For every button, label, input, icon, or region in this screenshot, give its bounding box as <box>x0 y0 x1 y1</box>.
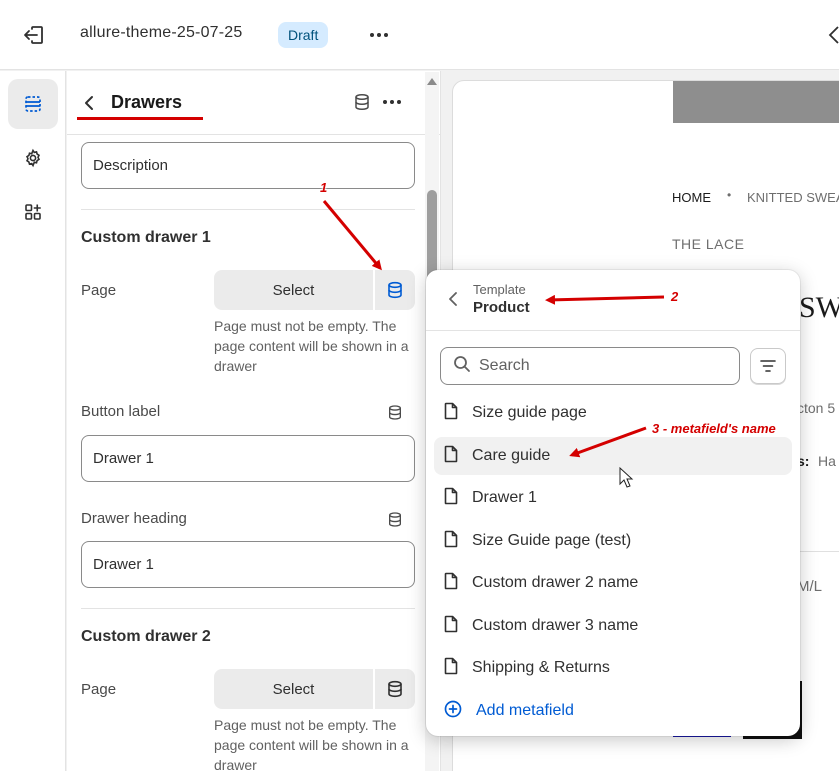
breadcrumb-item[interactable]: KNITTED SWEA <box>747 190 839 205</box>
left-rail <box>0 71 66 771</box>
search-placeholder: Search <box>479 357 530 374</box>
product-material-text: cton 5 <box>797 400 836 416</box>
search-icon <box>453 355 471 378</box>
button-label-field[interactable]: Drawer 1 <box>81 435 415 482</box>
product-title: SW <box>799 291 839 324</box>
section-heading-drawer2: Custom drawer 2 <box>81 628 211 645</box>
top-bar: allure-theme-25-07-25 Draft <box>0 0 839 70</box>
annotation-1: 1 <box>320 180 328 195</box>
connect-dynamic-source-icon[interactable] <box>374 270 415 310</box>
select-page-button[interactable]: Select <box>214 270 373 310</box>
page-label: Page <box>81 282 117 299</box>
divider <box>81 209 415 210</box>
page-help-text: Page must not be empty. The page content… <box>214 717 409 771</box>
connect-dynamic-source-icon[interactable] <box>374 669 415 709</box>
annotation-3: 3 - metafield's name <box>652 421 776 436</box>
status-badge: Draft <box>278 22 329 48</box>
metafield-option-label: Size Guide page (test) <box>472 532 632 549</box>
section-heading-drawer1: Custom drawer 1 <box>81 229 211 246</box>
dynamic-source-icon[interactable] <box>385 402 405 422</box>
divider <box>81 608 415 609</box>
size-option[interactable]: M/L <box>797 578 822 595</box>
panel-more-icon[interactable] <box>379 91 405 113</box>
product-image <box>673 81 839 123</box>
title-underline-annotation <box>77 117 203 120</box>
search-input[interactable]: Search <box>440 347 740 385</box>
metafield-option[interactable]: Custom drawer 3 name <box>434 607 792 645</box>
select-page-button[interactable]: Select <box>214 669 373 709</box>
settings-gear-icon[interactable] <box>8 133 58 183</box>
popover-caption: Template <box>473 282 526 297</box>
device-icon[interactable] <box>826 24 839 46</box>
product-vendor: THE LACE <box>672 236 745 252</box>
button-label-label: Button label <box>81 403 161 420</box>
panel-title: Drawers <box>111 92 183 112</box>
back-chevron-icon[interactable] <box>444 290 462 308</box>
annotation-2: 2 <box>671 289 679 304</box>
page-icon <box>444 445 458 468</box>
sections-icon[interactable] <box>8 79 58 129</box>
page-label: Page <box>81 681 117 698</box>
page-icon <box>444 572 458 595</box>
drawer-heading-label: Drawer heading <box>81 510 187 527</box>
metafield-option[interactable]: Shipping & Returns <box>434 649 792 687</box>
metafield-option[interactable]: Drawer 1 <box>434 479 792 517</box>
metafield-option-label: Shipping & Returns <box>472 659 610 676</box>
page-icon <box>444 530 458 553</box>
page-help-text: Page must not be empty. The page content… <box>214 318 409 374</box>
metafield-option-label: Care guide <box>472 447 551 464</box>
page-icon <box>444 615 458 638</box>
product-attribute-value: Ha <box>818 453 836 469</box>
metafield-option-label: Size guide page <box>472 404 587 421</box>
scroll-up-arrow-icon[interactable] <box>425 74 439 88</box>
panel-header: Drawers <box>67 71 440 135</box>
breadcrumb-separator: • <box>727 188 732 202</box>
metafield-option[interactable]: Custom drawer 2 name <box>434 564 792 602</box>
plus-circle-icon <box>444 700 462 723</box>
breadcrumb-home[interactable]: HOME <box>672 190 711 205</box>
exit-icon[interactable] <box>20 22 48 48</box>
divider <box>426 330 800 331</box>
popover-title: Product <box>473 299 530 316</box>
back-chevron-icon[interactable] <box>77 91 101 115</box>
dynamic-source-icon[interactable] <box>385 509 405 529</box>
metafield-option-label: Custom drawer 3 name <box>472 617 639 634</box>
drawer-heading-field[interactable]: Drawer 1 <box>81 541 415 588</box>
filter-button[interactable] <box>750 348 786 384</box>
more-actions-icon[interactable] <box>364 22 394 48</box>
add-metafield-button[interactable]: Add metafield <box>434 692 792 730</box>
page-icon <box>444 402 458 425</box>
page-icon <box>444 657 458 680</box>
metafield-picker-popover: Template Product Search Size guide page … <box>426 270 800 736</box>
page-picker: Select <box>214 270 415 310</box>
description-field[interactable]: Description <box>81 142 415 189</box>
filter-icon <box>760 360 776 372</box>
metafield-option-label: Custom drawer 2 name <box>472 574 639 591</box>
page-picker: Select <box>214 669 415 709</box>
metafield-option[interactable]: Size Guide page (test) <box>434 522 792 560</box>
metafield-option[interactable]: Care guide <box>434 437 792 475</box>
settings-panel: Drawers Description Custom drawer 1 Page… <box>67 71 441 771</box>
dynamic-source-icon[interactable] <box>351 91 373 113</box>
metafield-option-label: Drawer 1 <box>472 489 537 506</box>
theme-name: allure-theme-25-07-25 <box>80 24 243 41</box>
add-metafield-label: Add metafield <box>476 702 574 719</box>
page-icon <box>444 487 458 510</box>
divider <box>797 551 839 552</box>
apps-icon[interactable] <box>8 187 58 237</box>
